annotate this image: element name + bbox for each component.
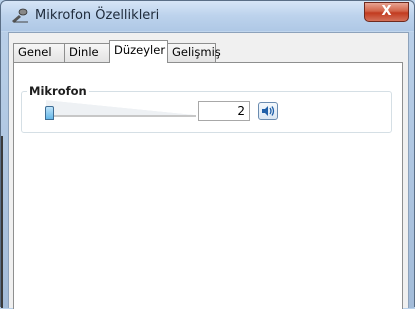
microphone-icon (10, 7, 30, 25)
tab-dinle[interactable]: Dinle (64, 43, 110, 62)
slider-ramp (46, 100, 196, 115)
dialog-window: Mikrofon Özellikleri X Genel Dinle Düzey… (0, 0, 415, 309)
volume-slider[interactable] (42, 100, 196, 124)
tab-duzeyler[interactable]: Düzeyler (109, 40, 168, 63)
tab-genel[interactable]: Genel (13, 43, 65, 62)
levels-panel: Mikrofon 2 (13, 62, 403, 309)
level-value-field[interactable]: 2 (198, 101, 250, 121)
title-bar[interactable]: Mikrofon Özellikleri X (1, 1, 414, 31)
tab-gelismis[interactable]: Gelişmiş (167, 43, 221, 62)
microphone-level-group: Mikrofon 2 (21, 84, 392, 133)
mute-toggle-button[interactable] (258, 102, 278, 120)
slider-track[interactable] (46, 115, 196, 118)
dialog-client-area: Genel Dinle Düzeyler Gelişmiş Mikrofon 2 (8, 32, 409, 309)
group-label: Mikrofon (27, 84, 89, 98)
window-title: Mikrofon Özellikleri (35, 8, 160, 23)
slider-thumb[interactable] (45, 106, 54, 120)
background-window-edge (1, 136, 3, 308)
speaker-icon (262, 106, 275, 116)
close-button[interactable]: X (364, 2, 409, 22)
